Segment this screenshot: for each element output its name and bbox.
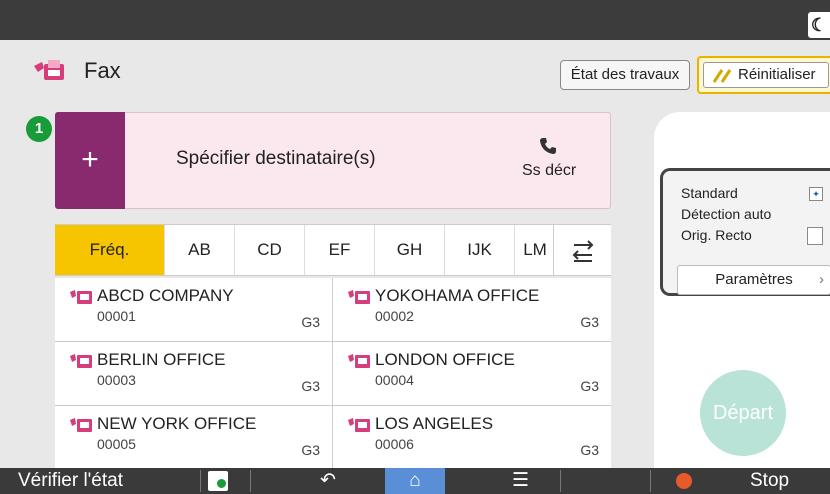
specify-destination-label: Spécifier destinataire(s)	[176, 148, 376, 169]
tab-frequent[interactable]: Fréq.	[55, 225, 165, 275]
bottom-bar: Vérifier l'état ↶ ⌂ ☰ Stop	[0, 468, 830, 494]
parameters-button[interactable]: Paramètres ›	[677, 265, 830, 295]
manual-entry-label[interactable]: Ss décr	[522, 162, 576, 180]
reset-icon	[712, 69, 732, 83]
fax-destination-icon	[69, 288, 93, 311]
parameters-label: Paramètres	[715, 271, 793, 288]
tab-lm[interactable]: LM	[515, 225, 555, 275]
scan-settings-box: Standard ✦ Détection auto Orig. Recto Pa…	[660, 168, 830, 296]
app-title: Fax	[84, 58, 121, 83]
system-status-bar	[0, 0, 830, 40]
contact-name: LONDON OFFICE	[375, 350, 515, 369]
contact-item[interactable]: NEW YORK OFFICE 00005 G3	[55, 406, 333, 468]
contact-name: YOKOHAMA OFFICE	[375, 286, 540, 305]
phone-icon	[538, 136, 558, 161]
contact-number: 00002	[375, 308, 414, 324]
contact-item[interactable]: BERLIN OFFICE 00003 G3	[55, 342, 333, 406]
stop-button[interactable]: Stop	[750, 468, 789, 494]
home-icon[interactable]: ⌂	[385, 468, 445, 494]
start-button[interactable]: Départ	[700, 370, 786, 456]
tab-ijk[interactable]: IJK	[445, 225, 515, 275]
switch-list-button[interactable]	[553, 225, 611, 275]
contact-mode: G3	[301, 378, 320, 394]
contact-item[interactable]: ABCD COMPANY 00001 G3	[55, 278, 333, 342]
fax-destination-icon	[347, 416, 371, 439]
tab-ef[interactable]: EF	[305, 225, 375, 275]
contact-item[interactable]: LONDON OFFICE 00004 G3	[333, 342, 611, 406]
fax-destination-icon	[69, 352, 93, 375]
contact-mode: G3	[301, 314, 320, 330]
contact-mode: G3	[580, 314, 599, 330]
contact-item[interactable]: YOKOHAMA OFFICE 00002 G3	[333, 278, 611, 342]
reset-label: Réinitialiser	[738, 66, 816, 83]
reset-button[interactable]: Réinitialiser	[697, 56, 830, 94]
menu-icon[interactable]: ☰	[512, 468, 529, 494]
contact-mode: G3	[301, 442, 320, 458]
add-destination-button[interactable]: +	[55, 112, 125, 209]
switch-view-icon	[572, 240, 594, 262]
moon-icon: ☾	[810, 15, 828, 35]
fax-destination-icon	[347, 352, 371, 375]
address-book-tabs: Fréq. AB CD EF GH IJK LM	[55, 224, 611, 276]
step-badge: 1	[26, 116, 52, 142]
fax-destination-icon	[347, 288, 371, 311]
contact-grid: ABCD COMPANY 00001 G3 YOKOHAMA OFFICE 00…	[55, 278, 611, 468]
chevron-right-icon: ›	[819, 271, 824, 288]
contact-item[interactable]: LOS ANGELES 00006 G3	[333, 406, 611, 468]
energy-saver-button[interactable]: ☾	[808, 12, 830, 38]
fax-destination-icon	[69, 416, 93, 439]
tab-ab[interactable]: AB	[165, 225, 235, 275]
contact-name: ABCD COMPANY	[97, 286, 234, 305]
stop-icon	[676, 473, 692, 489]
contact-name: NEW YORK OFFICE	[97, 414, 257, 433]
detection-label: Détection auto	[681, 206, 772, 222]
contact-name: LOS ANGELES	[375, 414, 494, 433]
divider	[560, 470, 561, 492]
tab-cd[interactable]: CD	[235, 225, 305, 275]
tab-gh[interactable]: GH	[375, 225, 445, 275]
contact-mode: G3	[580, 378, 599, 394]
contact-number: 00005	[97, 436, 136, 452]
original-label: Orig. Recto	[681, 227, 752, 243]
divider	[650, 470, 651, 492]
contact-number: 00001	[97, 308, 136, 324]
resolution-icon: ✦	[809, 187, 823, 201]
back-icon[interactable]: ↶	[320, 468, 336, 494]
check-status-button[interactable]: Vérifier l'état	[18, 468, 123, 494]
divider	[200, 470, 201, 492]
fax-icon	[30, 56, 70, 91]
single-side-icon	[807, 227, 823, 245]
contact-number: 00004	[375, 372, 414, 388]
contact-mode: G3	[580, 442, 599, 458]
resolution-label: Standard	[681, 185, 738, 201]
contact-number: 00003	[97, 372, 136, 388]
divider	[250, 470, 251, 492]
usb-memory-icon[interactable]	[208, 471, 228, 491]
contact-name: BERLIN OFFICE	[97, 350, 226, 369]
job-status-button[interactable]: État des travaux	[560, 60, 690, 90]
contact-number: 00006	[375, 436, 414, 452]
